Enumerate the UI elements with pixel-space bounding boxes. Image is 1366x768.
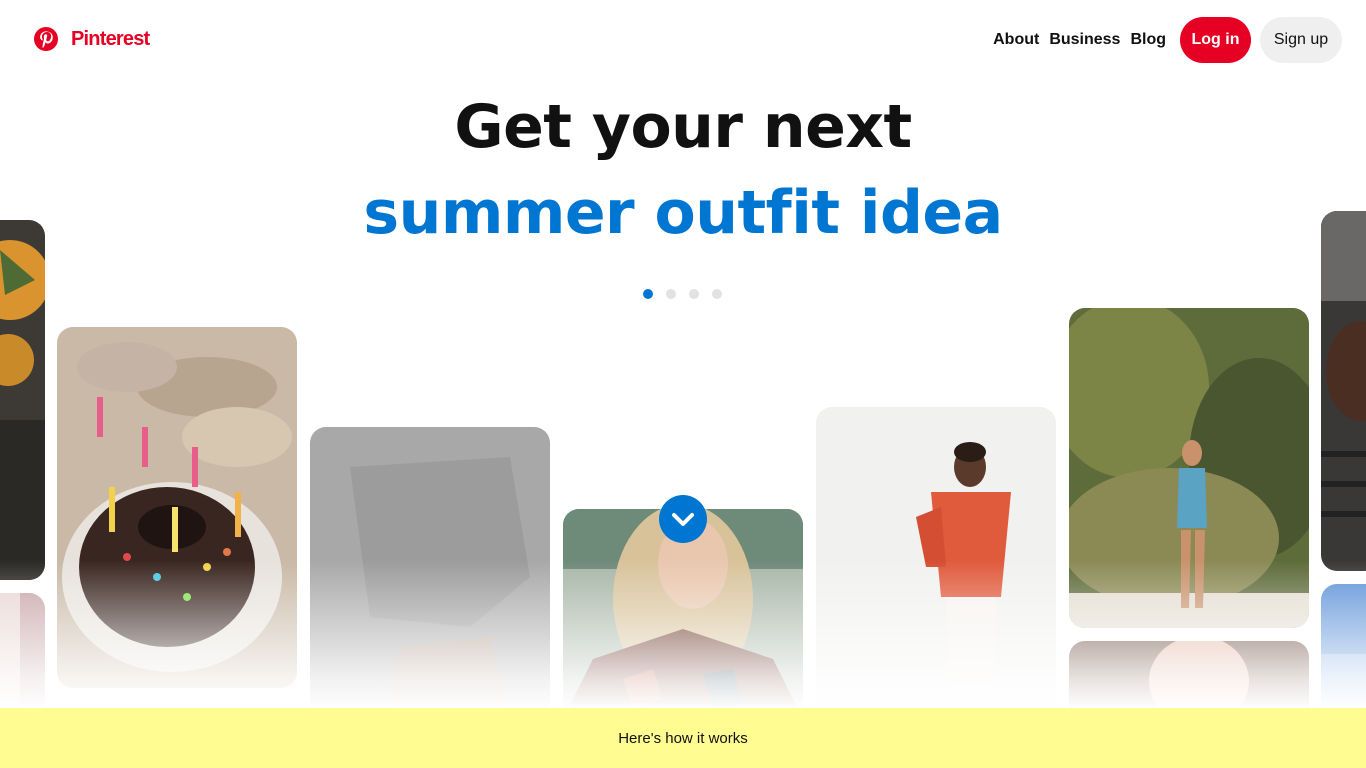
pin-food-left-2[interactable] bbox=[0, 593, 45, 713]
chevron-down-icon bbox=[672, 513, 694, 526]
pin-image bbox=[1321, 211, 1366, 571]
hero-subtitle: summer outfit idea bbox=[363, 178, 1003, 248]
how-it-works-bar[interactable]: Here's how it works bbox=[0, 708, 1366, 768]
carousel-dots bbox=[643, 289, 722, 299]
pin-food-left[interactable] bbox=[0, 220, 45, 580]
brand-name: Pinterest bbox=[71, 27, 150, 50]
nav-business-link[interactable]: Business bbox=[1049, 31, 1120, 49]
pin-dark-outfit[interactable] bbox=[310, 427, 550, 717]
pin-image bbox=[310, 427, 550, 717]
hero-title: Get your next bbox=[454, 92, 912, 162]
pinterest-logo[interactable]: Pinterest bbox=[33, 26, 150, 52]
scroll-down-button[interactable] bbox=[659, 495, 707, 543]
pin-birthday-cake[interactable] bbox=[57, 327, 297, 688]
how-it-works-label: Here's how it works bbox=[618, 729, 748, 747]
carousel-dot[interactable] bbox=[712, 289, 722, 299]
login-button[interactable]: Log in bbox=[1180, 17, 1251, 63]
pin-image bbox=[0, 220, 45, 580]
pin-image bbox=[0, 593, 45, 713]
pin-image bbox=[57, 327, 297, 688]
pin-grill-right[interactable] bbox=[1321, 211, 1366, 571]
pin-image bbox=[816, 407, 1056, 717]
nav-about-link[interactable]: About bbox=[993, 31, 1039, 49]
pin-image bbox=[1321, 584, 1366, 724]
pinterest-logo-icon bbox=[34, 27, 58, 51]
nav-blog-link[interactable]: Blog bbox=[1130, 31, 1166, 49]
pin-sky-right[interactable] bbox=[1321, 584, 1366, 724]
carousel-dot[interactable] bbox=[643, 289, 653, 299]
header: Pinterest About Business Blog Log in Sig… bbox=[0, 0, 1366, 80]
pin-image bbox=[1069, 308, 1309, 628]
carousel-dot[interactable] bbox=[689, 289, 699, 299]
top-nav: About Business Blog Log in Sign up bbox=[993, 17, 1342, 63]
pin-swimsuit-woman[interactable] bbox=[1069, 308, 1309, 628]
signup-button[interactable]: Sign up bbox=[1260, 17, 1342, 63]
pin-red-shirt-woman[interactable] bbox=[816, 407, 1056, 717]
carousel-dot[interactable] bbox=[666, 289, 676, 299]
